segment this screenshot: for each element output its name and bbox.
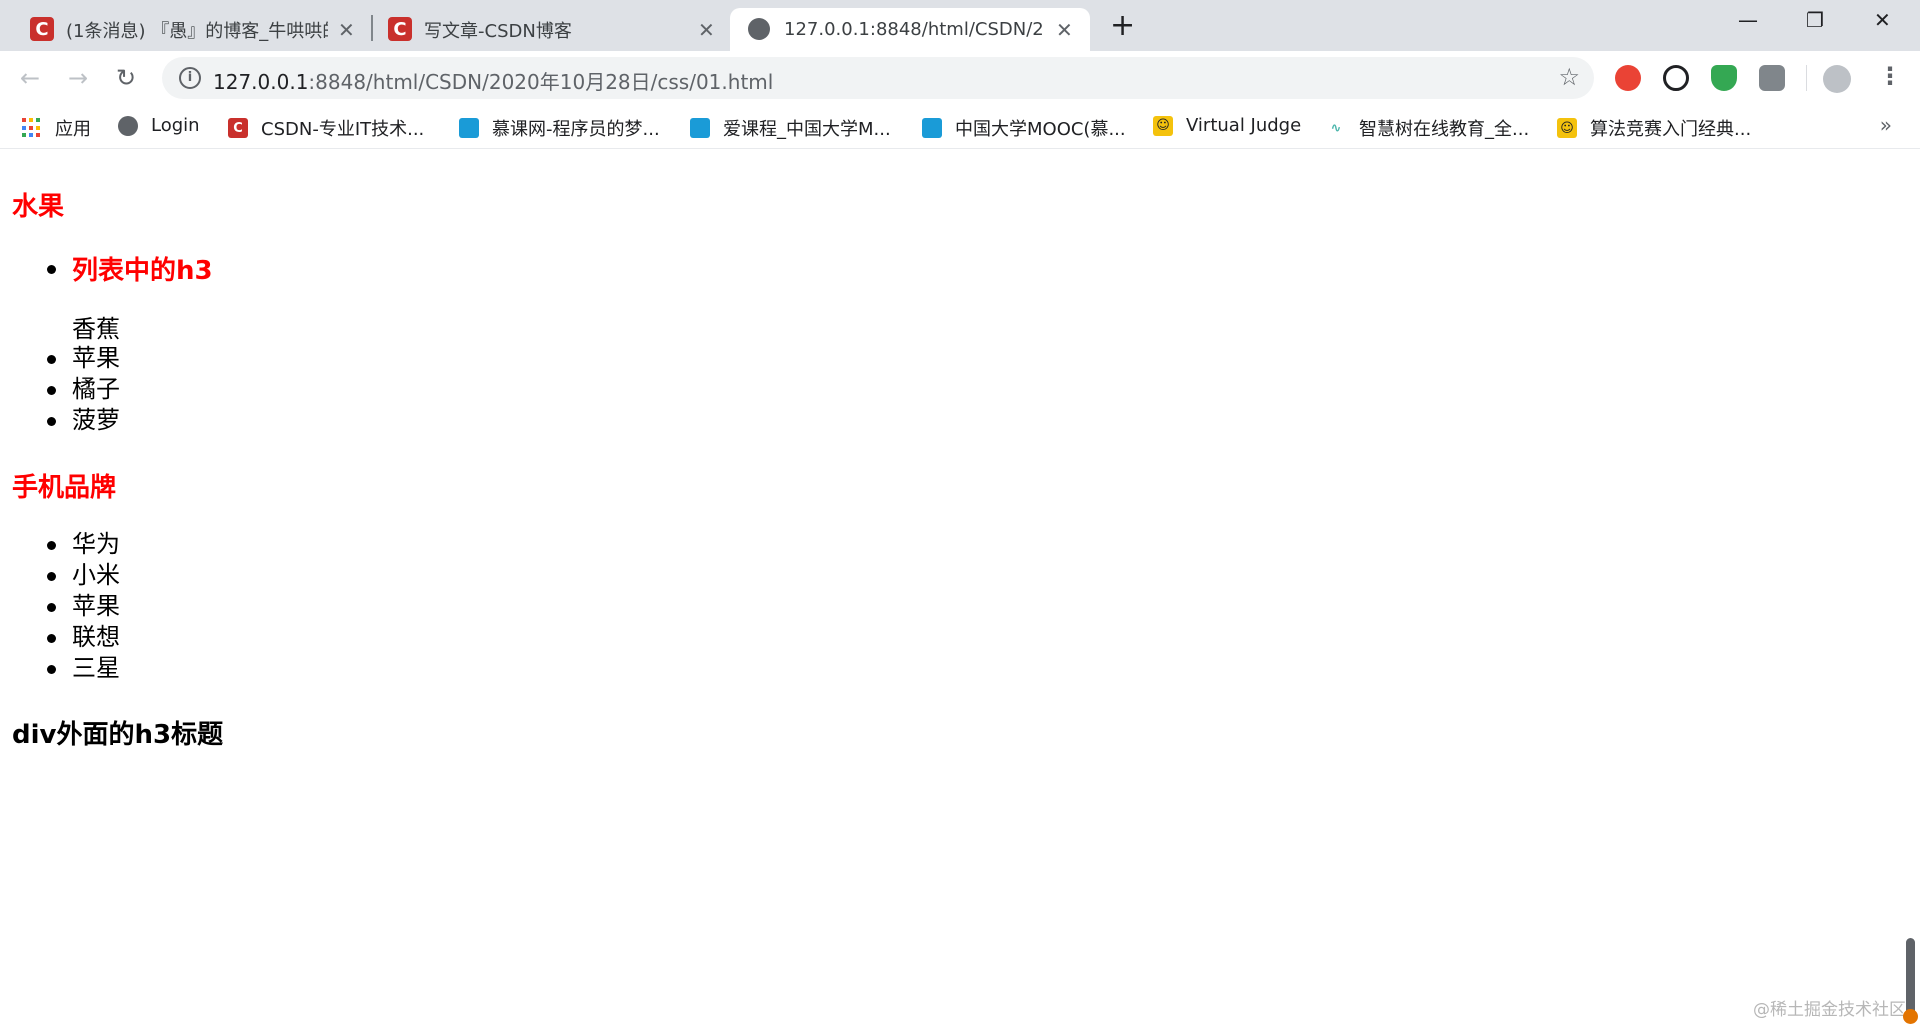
bookmark-label: 算法竞赛入门经典...	[1590, 119, 1752, 140]
fruit-heading: 水果	[12, 192, 65, 222]
bookmarks-overflow-button[interactable]: »	[1880, 113, 1892, 137]
bookmark-label: Login	[151, 115, 200, 136]
list-bullet	[47, 634, 56, 643]
bookmark-label: 慕课网-程序员的梦...	[492, 119, 660, 140]
bookmark-label: 应用	[55, 119, 91, 140]
tab-csdn-blog[interactable]: C (1条消息) 『愚』的博客_牛哄哄的 ✕	[0, 8, 368, 51]
bookmark-label: CSDN-专业IT技术...	[261, 119, 425, 140]
fruit-item: 香蕉	[72, 315, 120, 343]
outer-h3-heading: div外面的h3标题	[12, 720, 224, 750]
phone-item: 苹果	[72, 592, 120, 620]
tab-close-icon[interactable]: ✕	[698, 18, 715, 42]
list-bullet	[47, 541, 56, 550]
url-host: 127.0.0.1	[213, 70, 309, 94]
bookmark-label: 中国大学MOOC(慕...	[955, 119, 1126, 140]
bookmark-virtual-judge[interactable]: ☺ Virtual Judge	[1153, 115, 1301, 136]
globe-icon	[118, 115, 138, 136]
extension-shield-icon[interactable]	[1711, 65, 1737, 91]
extension-link-icon[interactable]	[1663, 65, 1689, 91]
bookmark-algorithm[interactable]: ☺ 算法竞赛入门经典...	[1557, 115, 1751, 141]
list-bullet	[47, 386, 56, 395]
tab-title: (1条消息) 『愚』的博客_牛哄哄的	[66, 20, 328, 42]
phone-item: 三星	[72, 654, 120, 682]
wave-icon: ∿	[1326, 118, 1346, 138]
bookmarks-bar: 应用 Login C CSDN-专业IT技术... 慕课网-程序员的梦... 爱…	[0, 105, 1920, 149]
bookmark-apps[interactable]: 应用	[22, 115, 91, 141]
phone-item: 小米	[72, 561, 120, 589]
restore-button[interactable]: ❐	[1806, 8, 1824, 32]
list-bullet	[47, 603, 56, 612]
book-icon	[459, 118, 479, 138]
info-icon[interactable]: i	[179, 67, 201, 89]
bookmark-mooc[interactable]: 中国大学MOOC(慕...	[922, 115, 1126, 141]
phone-heading: 手机品牌	[12, 473, 117, 503]
bookmark-label: 爱课程_中国大学M...	[723, 119, 891, 140]
tab-close-icon[interactable]: ✕	[338, 18, 355, 42]
menu-kebab-icon[interactable]: ⋮	[1878, 62, 1902, 90]
fruit-item: 菠萝	[72, 406, 120, 434]
bookmark-label: Virtual Judge	[1186, 115, 1302, 136]
csdn-logo-icon: C	[388, 17, 412, 41]
extension-infinity-icon[interactable]	[1615, 65, 1641, 91]
bookmark-csdn[interactable]: C CSDN-专业IT技术...	[228, 115, 424, 141]
new-tab-button[interactable]: +	[1110, 8, 1135, 43]
forward-arrow-icon[interactable]: →	[68, 64, 88, 92]
list-bullet	[47, 417, 56, 426]
scroll-indicator[interactable]	[1903, 938, 1918, 1024]
smiley-icon: ☺	[1153, 115, 1173, 136]
smiley-icon: ☺	[1557, 118, 1577, 138]
bookmark-label: 智慧树在线教育_全...	[1359, 119, 1530, 140]
apps-icon	[22, 118, 42, 138]
close-window-button[interactable]: ✕	[1874, 8, 1891, 32]
minimize-button[interactable]: —	[1738, 8, 1758, 32]
phone-item: 华为	[72, 530, 120, 558]
toolbar-separator	[1806, 65, 1807, 91]
bookmark-star-icon[interactable]: ☆	[1558, 63, 1580, 91]
browser-toolbar: ← → ↻ i 127.0.0.1:8848/html/CSDN/2020年10…	[0, 51, 1920, 105]
tab-strip: C (1条消息) 『愚』的博客_牛哄哄的 ✕ C 写文章-CSDN博客 ✕ 12…	[0, 0, 1920, 51]
list-bullet	[47, 572, 56, 581]
fruit-item: 苹果	[72, 344, 120, 372]
tab-close-icon[interactable]: ✕	[1056, 18, 1073, 42]
book-icon	[690, 118, 710, 138]
url-path: :8848/html/CSDN/2020年10月28日/css/01.html	[308, 70, 774, 94]
bookmark-imooc[interactable]: 慕课网-程序员的梦...	[459, 115, 660, 141]
list-bullet	[47, 355, 56, 364]
csdn-logo-icon: C	[30, 17, 54, 41]
reload-icon[interactable]: ↻	[116, 64, 136, 92]
page-content: 水果 列表中的h3 香蕉 苹果 橘子 菠萝 手机品牌 华为 小米 苹果 联想 三…	[0, 150, 1920, 1034]
profile-avatar-icon[interactable]	[1823, 65, 1851, 93]
list-bullet	[47, 665, 56, 674]
bookmark-zhihuishu[interactable]: ∿ 智慧树在线教育_全...	[1326, 115, 1529, 141]
address-bar[interactable]: i 127.0.0.1:8848/html/CSDN/2020年10月28日/c…	[162, 57, 1594, 99]
tab-title: 127.0.0.1:8848/html/CSDN/20	[784, 19, 1042, 40]
watermark: @稀土掘金技术社区	[1753, 1000, 1906, 1020]
globe-icon	[748, 18, 770, 40]
fruit-item: 橘子	[72, 375, 120, 403]
extension-games-icon[interactable]	[1759, 65, 1785, 91]
phone-item: 联想	[72, 623, 120, 651]
tab-localhost[interactable]: 127.0.0.1:8848/html/CSDN/20 ✕	[730, 8, 1090, 51]
url-text[interactable]: 127.0.0.1:8848/html/CSDN/2020年10月28日/css…	[213, 66, 773, 95]
tab-separator	[371, 15, 373, 41]
bookmark-icourses[interactable]: 爱课程_中国大学M...	[690, 115, 891, 141]
tab-write-article[interactable]: C 写文章-CSDN博客 ✕	[376, 8, 728, 51]
bookmark-login[interactable]: Login	[118, 115, 200, 136]
tab-title: 写文章-CSDN博客	[424, 20, 572, 42]
list-h3-heading: 列表中的h3	[72, 256, 213, 286]
list-bullet	[47, 265, 56, 274]
book-icon	[922, 118, 942, 138]
back-arrow-icon[interactable]: ←	[20, 64, 40, 92]
csdn-logo-icon: C	[228, 118, 248, 138]
